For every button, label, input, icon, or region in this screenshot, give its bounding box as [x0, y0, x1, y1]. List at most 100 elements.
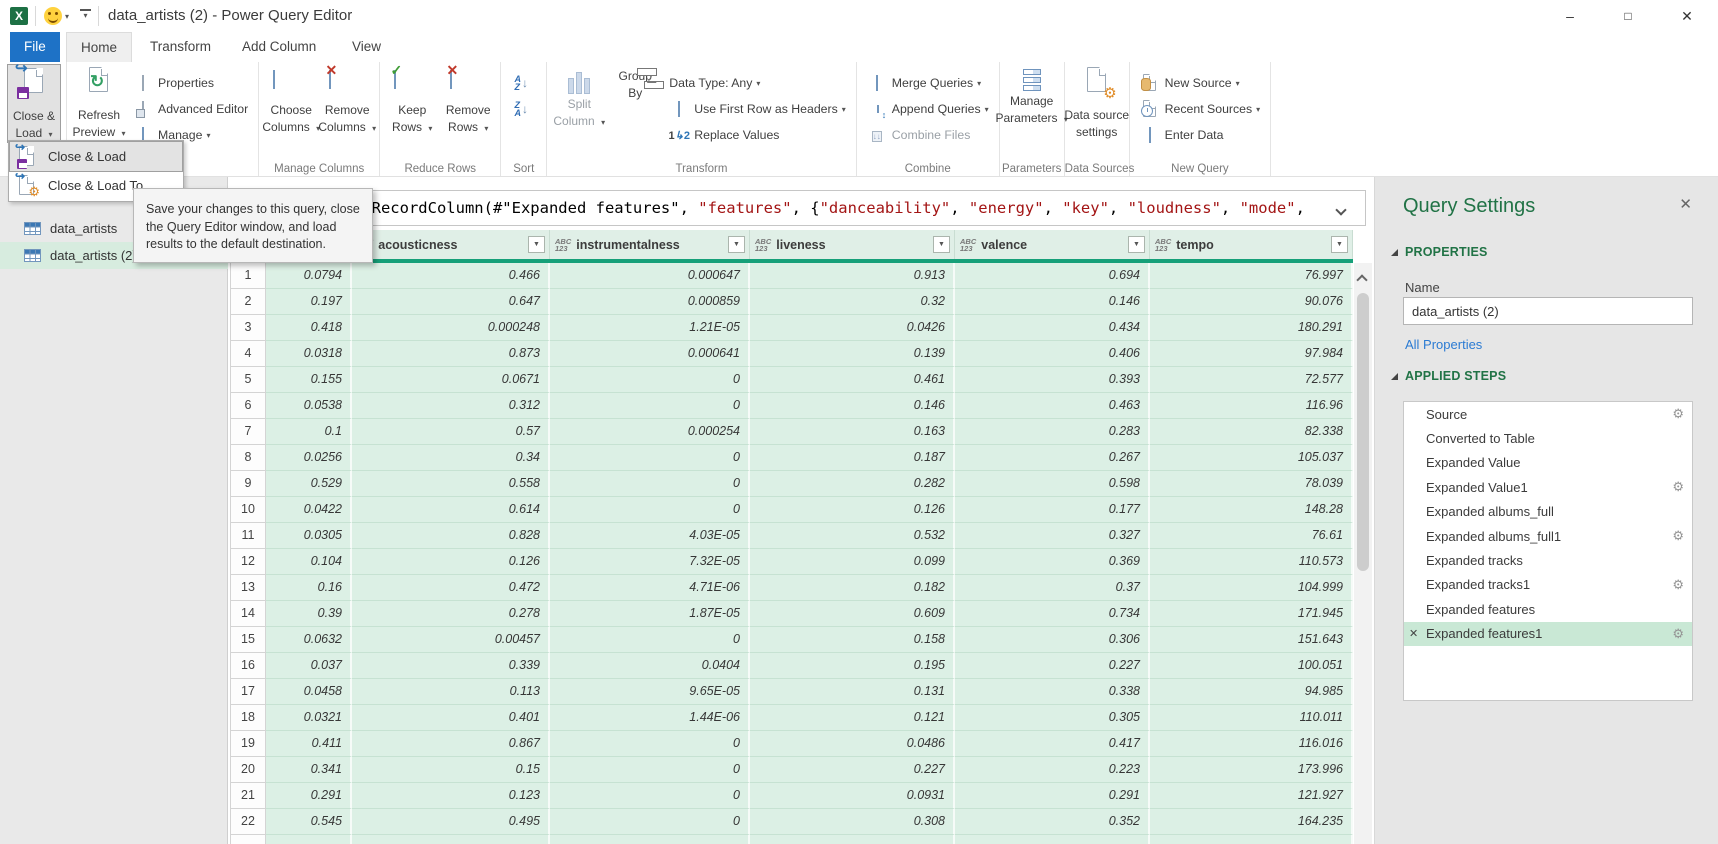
merge-queries-button[interactable]: Merge Queries▾ [861, 70, 995, 96]
step-settings-gear-icon[interactable]: ⚙ [1672, 626, 1684, 642]
new-source-button[interactable]: New Source▾ [1134, 70, 1267, 96]
close-window-button[interactable]: ✕ [1672, 4, 1702, 28]
filter-dropdown-icon[interactable]: ▼ [728, 236, 745, 253]
applied-step-source[interactable]: Source⚙ [1404, 402, 1692, 426]
split-column-button[interactable]: SplitColumn ▾ [552, 64, 606, 130]
menu-item-close-and-load[interactable]: ↪ Close & Load [10, 142, 182, 171]
choose-columns-button[interactable]: ChooseColumns ▾ [264, 64, 318, 136]
all-properties-link[interactable]: All Properties [1405, 337, 1482, 352]
enter-data-button[interactable]: Enter Data [1134, 122, 1267, 148]
row-number[interactable]: 18 [230, 705, 266, 731]
maximize-button[interactable]: □ [1613, 4, 1643, 28]
smiley-feedback-icon[interactable] [44, 7, 62, 25]
button-label: Keep [398, 103, 426, 117]
column-header-instrumentalness[interactable]: ABC123instrumentalness▼ [550, 230, 750, 259]
formula-input[interactable]: = Table.ExpandRecordColumn(#"Expanded fe… [230, 190, 1366, 226]
filter-dropdown-icon[interactable]: ▼ [1128, 236, 1145, 253]
row-number[interactable]: 21 [230, 783, 266, 809]
row-number[interactable]: 15 [230, 627, 266, 653]
applied-step-converted-to-table[interactable]: Converted to Table [1404, 426, 1692, 450]
recent-sources-button[interactable]: Recent Sources▾ [1134, 96, 1267, 122]
replace-values-button[interactable]: 1↳2Replace Values [663, 122, 852, 148]
applied-step-expanded-tracks1[interactable]: Expanded tracks1⚙ [1404, 573, 1692, 597]
column-header-liveness[interactable]: ABC123liveness▼ [750, 230, 955, 259]
step-settings-gear-icon[interactable]: ⚙ [1672, 528, 1684, 544]
row-number[interactable]: 20 [230, 757, 266, 783]
row-number[interactable]: 22 [230, 809, 266, 835]
tab-transform[interactable]: Transform [136, 32, 225, 62]
tab-add-column[interactable]: Add Column [228, 32, 330, 62]
formula-expand-chevron-icon[interactable] [1337, 201, 1351, 215]
row-number[interactable]: 6 [230, 393, 266, 419]
applied-step-expanded-value1[interactable]: Expanded Value1⚙ [1404, 475, 1692, 499]
smiley-dropdown-caret-icon[interactable]: ▾ [65, 12, 69, 21]
button-label: Columns ▾ [318, 120, 376, 136]
row-number[interactable]: 19 [230, 731, 266, 757]
tab-home[interactable]: Home [66, 32, 132, 62]
sort-ascending-button[interactable]: AZ↓ [505, 70, 542, 96]
row-number[interactable]: 10 [230, 497, 266, 523]
properties-button[interactable]: Properties [127, 70, 254, 96]
vertical-scrollbar[interactable] [1354, 263, 1372, 844]
scrollbar-thumb[interactable] [1357, 293, 1369, 571]
data-type-button[interactable]: Data Type: Any▾ [663, 70, 852, 96]
step-settings-gear-icon[interactable]: ⚙ [1672, 577, 1684, 593]
append-queries-button[interactable]: ↕Append Queries▾ [861, 96, 995, 122]
tab-view[interactable]: View [338, 32, 395, 62]
scroll-up-icon[interactable] [1358, 271, 1366, 289]
row-number[interactable]: 14 [230, 601, 266, 627]
row-number[interactable]: 9 [230, 471, 266, 497]
applied-step-expanded-features[interactable]: Expanded features [1404, 597, 1692, 621]
ribbon-group-label: Manage Columns [259, 163, 379, 175]
column-header-valence[interactable]: ABC123valence▼ [955, 230, 1150, 259]
applied-step-expanded-albums-full1[interactable]: Expanded albums_full1⚙ [1404, 524, 1692, 548]
row-number[interactable]: 13 [230, 575, 266, 601]
tab-file[interactable]: File [10, 32, 60, 62]
excel-app-icon[interactable]: X [10, 7, 28, 25]
applied-step-expanded-features1[interactable]: ✕Expanded features1⚙ [1404, 622, 1692, 646]
row-number[interactable]: 8 [230, 445, 266, 471]
filter-dropdown-icon[interactable]: ▼ [528, 236, 545, 253]
minimize-button[interactable]: – [1555, 4, 1585, 28]
remove-columns-button[interactable]: ✕RemoveColumns ▾ [320, 64, 374, 136]
row-number[interactable]: 5 [230, 367, 266, 393]
row-number[interactable]: 17 [230, 679, 266, 705]
row-number[interactable]: 1 [230, 263, 266, 289]
remove-rows-button[interactable]: ✕RemoveRows ▾ [441, 64, 495, 136]
group-by-button[interactable]: GroupBy [608, 64, 662, 100]
close-and-load-button[interactable]: ↪Close &Load ▾ [7, 64, 61, 143]
column-header-tempo[interactable]: ABC123tempo▼ [1150, 230, 1353, 259]
manage-parameters-button[interactable]: ManageParameters ▾ [1005, 64, 1059, 127]
applied-step-expanded-tracks[interactable]: Expanded tracks [1404, 548, 1692, 572]
formula-segment: "key" [1062, 199, 1109, 217]
filter-dropdown-icon[interactable]: ▼ [1331, 236, 1348, 253]
row-number[interactable]: 2 [230, 289, 266, 315]
grid-cell: 0.532 [750, 523, 955, 549]
properties-section-header[interactable]: PROPERTIES [1391, 245, 1488, 259]
row-number[interactable]: 4 [230, 341, 266, 367]
row-number[interactable]: 16 [230, 653, 266, 679]
row-number[interactable]: 11 [230, 523, 266, 549]
row-number[interactable]: 12 [230, 549, 266, 575]
sort-descending-button[interactable]: ZA↓ [505, 96, 542, 122]
advanced-editor-button[interactable]: Advanced Editor [127, 96, 254, 122]
query-name-input[interactable] [1403, 297, 1693, 325]
close-panel-icon[interactable]: ✕ [1679, 195, 1692, 213]
applied-step-expanded-value[interactable]: Expanded Value [1404, 451, 1692, 475]
step-settings-gear-icon[interactable]: ⚙ [1672, 479, 1684, 495]
use-first-row-as-headers-button[interactable]: Use First Row as Headers▾ [663, 96, 852, 122]
combine-files-button[interactable]: ↓↓Combine Files [861, 122, 995, 148]
step-settings-gear-icon[interactable]: ⚙ [1672, 406, 1684, 422]
row-number[interactable] [230, 835, 266, 844]
delete-step-icon[interactable]: ✕ [1409, 627, 1418, 640]
row-number[interactable]: 3 [230, 315, 266, 341]
applied-step-expanded-albums-full[interactable]: Expanded albums_full [1404, 500, 1692, 524]
keep-rows-button[interactable]: ✓KeepRows ▾ [385, 64, 439, 136]
refresh-preview-button[interactable]: ↻RefreshPreview ▾ [72, 64, 126, 141]
data-source-settings-button[interactable]: ⚙Data sourcesettings [1070, 64, 1124, 139]
applied-steps-section-header[interactable]: APPLIED STEPS [1391, 369, 1506, 383]
customize-quick-access-icon[interactable]: ▾ [80, 9, 91, 19]
filter-dropdown-icon[interactable]: ▼ [933, 236, 950, 253]
column-header-acousticness[interactable]: ABC123acousticness▼ [352, 230, 550, 259]
row-number[interactable]: 7 [230, 419, 266, 445]
